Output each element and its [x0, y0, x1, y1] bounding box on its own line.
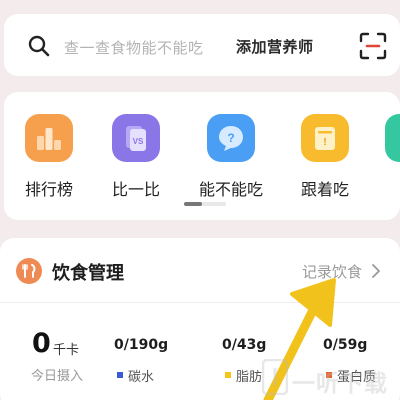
fat-value: 0/43g: [222, 337, 267, 353]
search-bar[interactable]: 查一查食物能不能吃 添加营养师: [4, 14, 400, 76]
feature-label: 怎: [362, 176, 400, 200]
search-input[interactable]: 查一查食物能不能吃: [64, 37, 204, 58]
svg-text:VS: VS: [133, 137, 144, 146]
feature-label: 能不能吃: [198, 180, 263, 199]
compare-icon: VS: [112, 114, 160, 162]
feature-label: 比一比: [111, 180, 160, 199]
ranking-icon: [25, 114, 73, 162]
feature-shortcuts: 排行榜 VS 比一比 ? 能不能吃 ! 跟着吃: [4, 92, 400, 220]
feature-label: 排行榜: [24, 180, 73, 199]
feature-more[interactable]: 怎: [372, 106, 400, 196]
search-icon[interactable]: [28, 35, 50, 57]
scroll-thumb: [184, 202, 202, 206]
question-icon: ?: [207, 114, 255, 162]
svg-text:?: ?: [227, 131, 234, 145]
chevron-right-icon[interactable]: [371, 264, 381, 278]
follow-icon: !: [301, 114, 349, 162]
feature-label: 跟着吃: [300, 180, 349, 199]
fat-dot: [225, 372, 231, 378]
record-diet-link[interactable]: 记录饮食: [302, 261, 362, 282]
diet-title: 饮食管理: [52, 263, 124, 284]
feature-can-eat[interactable]: ? 能不能吃: [194, 106, 274, 199]
more-icon: [385, 114, 400, 162]
watermark: 一听下载: [262, 355, 400, 399]
feature-follow-eat[interactable]: ! 跟着吃: [288, 106, 368, 199]
scroll-indicator: [184, 202, 226, 206]
add-nutritionist-button[interactable]: 添加营养师: [236, 36, 314, 57]
svg-text:!: !: [323, 137, 326, 148]
kcal-value: 0: [32, 328, 51, 359]
watermark-logo-icon: [262, 359, 288, 395]
cutlery-icon: [16, 258, 42, 284]
protein-value: 0/59g: [323, 337, 368, 353]
app-screen: 查一查食物能不能吃 添加营养师 排行榜 VS 比一比 ? 能不能吃 ! 跟着吃 …: [0, 0, 400, 400]
fat-label: 脂肪: [236, 370, 263, 385]
carb-dot: [117, 372, 123, 378]
kcal-unit: 千卡: [53, 343, 80, 358]
feature-ranking[interactable]: 排行榜: [12, 106, 92, 199]
scan-icon[interactable]: [359, 32, 387, 60]
carb-label: 碳水: [128, 370, 155, 385]
feature-compare[interactable]: VS 比一比: [99, 106, 179, 199]
watermark-text: 一听下载: [292, 371, 388, 397]
kcal-subtitle: 今日摄入: [31, 369, 84, 384]
divider: [0, 302, 400, 303]
carb-value: 0/190g: [114, 337, 169, 353]
